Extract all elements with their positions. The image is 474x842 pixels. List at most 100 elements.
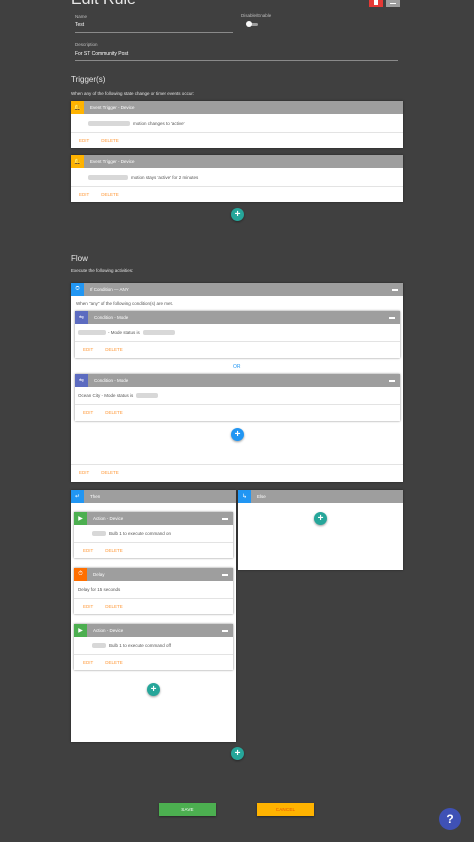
condition-text: - Mode status is — [78, 330, 400, 336]
description-label: Description — [75, 42, 98, 47]
edit-link[interactable]: EDIT — [83, 548, 93, 553]
delete-link[interactable]: DELETE — [105, 604, 123, 609]
trigger-text: motion changes to 'active' — [133, 121, 185, 126]
bell-icon: 🔔 — [71, 101, 84, 114]
delete-link[interactable]: DELETE — [101, 470, 119, 475]
delete-link[interactable]: DELETE — [105, 548, 123, 553]
device-name-blurred — [88, 175, 128, 181]
menu-button[interactable] — [386, 0, 400, 7]
bell-icon: 🔔 — [71, 155, 84, 168]
location-name: Ocean City — [78, 393, 101, 398]
if-card-header: ⎊ If Condition — ANY — [71, 283, 403, 296]
plus-icon: + — [234, 208, 241, 220]
trigger-text: motion stays 'active' for 2 minutes — [131, 175, 199, 180]
card-divider — [71, 186, 403, 187]
delete-link[interactable]: DELETE — [105, 347, 123, 352]
play-icon: ▶ — [74, 624, 87, 637]
trigger-description: motion changes to 'active' — [88, 121, 403, 127]
action-card: ▶ Action - Device Bulb 1 to execute comm… — [74, 512, 233, 558]
delete-rule-button[interactable] — [369, 0, 383, 7]
card-divider — [75, 404, 400, 405]
card-divider — [74, 542, 233, 543]
collapse-icon[interactable] — [392, 289, 398, 291]
condition-card: ⇋ Condition - Mode - Mode status is EDIT… — [75, 311, 400, 358]
action-text: Bulb 1 to execute command on — [92, 531, 233, 537]
action-actions: EDIT DELETE — [83, 548, 135, 553]
mode-name-blurred — [142, 330, 175, 336]
add-else-action-button[interactable]: + — [314, 512, 327, 525]
if-condition-card: ⎊ If Condition — ANY When "any" of the f… — [71, 283, 403, 482]
cancel-button[interactable]: CANCEL — [257, 803, 314, 816]
help-button[interactable]: ? — [439, 808, 461, 830]
device-name-blurred — [92, 643, 106, 649]
delete-link[interactable]: DELETE — [105, 660, 123, 665]
edit-link[interactable]: EDIT — [79, 192, 89, 197]
edit-link[interactable]: EDIT — [83, 660, 93, 665]
enable-toggle[interactable] — [246, 21, 258, 27]
if-card-title: If Condition — ANY — [90, 287, 129, 292]
plus-icon: + — [234, 428, 241, 440]
condition-card-header: ⇋ Condition - Mode — [75, 311, 400, 324]
add-condition-button[interactable]: + — [231, 428, 244, 441]
device-name-blurred — [88, 121, 130, 127]
action-text: Bulb 1 to execute command off — [92, 643, 233, 649]
delay-card-header: ⏱ Delay — [74, 568, 233, 581]
action-actions: EDIT DELETE — [83, 660, 135, 665]
plus-icon: + — [317, 512, 324, 524]
triggers-subheading: When any of the following state change o… — [71, 91, 195, 96]
edit-link[interactable]: EDIT — [83, 410, 93, 415]
flow-subheading: Execute the following activities: — [71, 268, 134, 273]
menu-icon — [390, 2, 396, 4]
edit-link[interactable]: EDIT — [83, 604, 93, 609]
trigger-actions: EDIT DELETE — [79, 192, 131, 197]
action-text-value: Bulb 1 to execute command on — [109, 531, 172, 536]
trigger-card-header: 🔔 Event Trigger - Device — [71, 155, 403, 168]
action-card-header: ▶ Action - Device — [74, 624, 233, 637]
collapse-icon[interactable] — [222, 574, 228, 576]
trigger-card-title: Event Trigger - Device — [90, 159, 135, 164]
card-divider — [71, 464, 403, 465]
then-card-title: Then — [90, 494, 101, 499]
split-icon: ⎊ — [71, 283, 84, 296]
else-card-header: ↳ Else — [238, 490, 403, 503]
collapse-icon[interactable] — [389, 317, 395, 319]
device-name-blurred — [92, 531, 106, 537]
card-divider — [74, 654, 233, 655]
play-icon: ▶ — [74, 512, 87, 525]
delete-link[interactable]: DELETE — [101, 138, 119, 143]
plus-icon: + — [150, 683, 157, 695]
edit-link[interactable]: EDIT — [79, 470, 89, 475]
mode-name-blurred — [136, 393, 159, 399]
name-underline — [75, 32, 233, 33]
add-trigger-button[interactable]: + — [231, 208, 244, 221]
return-icon: ↵ — [71, 490, 84, 503]
card-divider — [74, 598, 233, 599]
description-field[interactable]: For ST Community Post — [75, 51, 128, 57]
collapse-icon[interactable] — [222, 630, 228, 632]
page-title: Edit Rule — [71, 0, 136, 9]
add-flow-button[interactable]: + — [231, 747, 244, 760]
edit-link[interactable]: EDIT — [83, 347, 93, 352]
action-card-title: Action - Device — [93, 628, 124, 633]
save-button[interactable]: SAVE — [159, 803, 216, 816]
collapse-icon[interactable] — [222, 518, 228, 520]
add-action-button[interactable]: + — [147, 683, 160, 696]
then-card-header: ↵ Then — [71, 490, 236, 503]
location-name-blurred — [78, 330, 106, 336]
delete-link[interactable]: DELETE — [101, 192, 119, 197]
name-field[interactable]: Test — [75, 22, 84, 28]
card-divider — [75, 341, 400, 342]
delete-link[interactable]: DELETE — [105, 410, 123, 415]
trash-icon — [374, 0, 378, 5]
action-text-value: Bulb 1 to execute command off — [109, 643, 171, 648]
trigger-description: motion stays 'active' for 2 minutes — [88, 175, 403, 181]
edit-link[interactable]: EDIT — [79, 138, 89, 143]
condition-icon: ⇋ — [75, 374, 88, 387]
collapse-icon[interactable] — [389, 380, 395, 382]
delay-text: Delay for 15 seconds — [78, 587, 121, 592]
condition-card-title: Condition - Mode — [94, 378, 129, 383]
toggle-label: Disable/Enable — [241, 13, 272, 18]
condition-actions: EDIT DELETE — [83, 347, 135, 352]
condition-text-value: - Mode status is — [101, 393, 134, 398]
timer-icon: ⏱ — [74, 568, 87, 581]
